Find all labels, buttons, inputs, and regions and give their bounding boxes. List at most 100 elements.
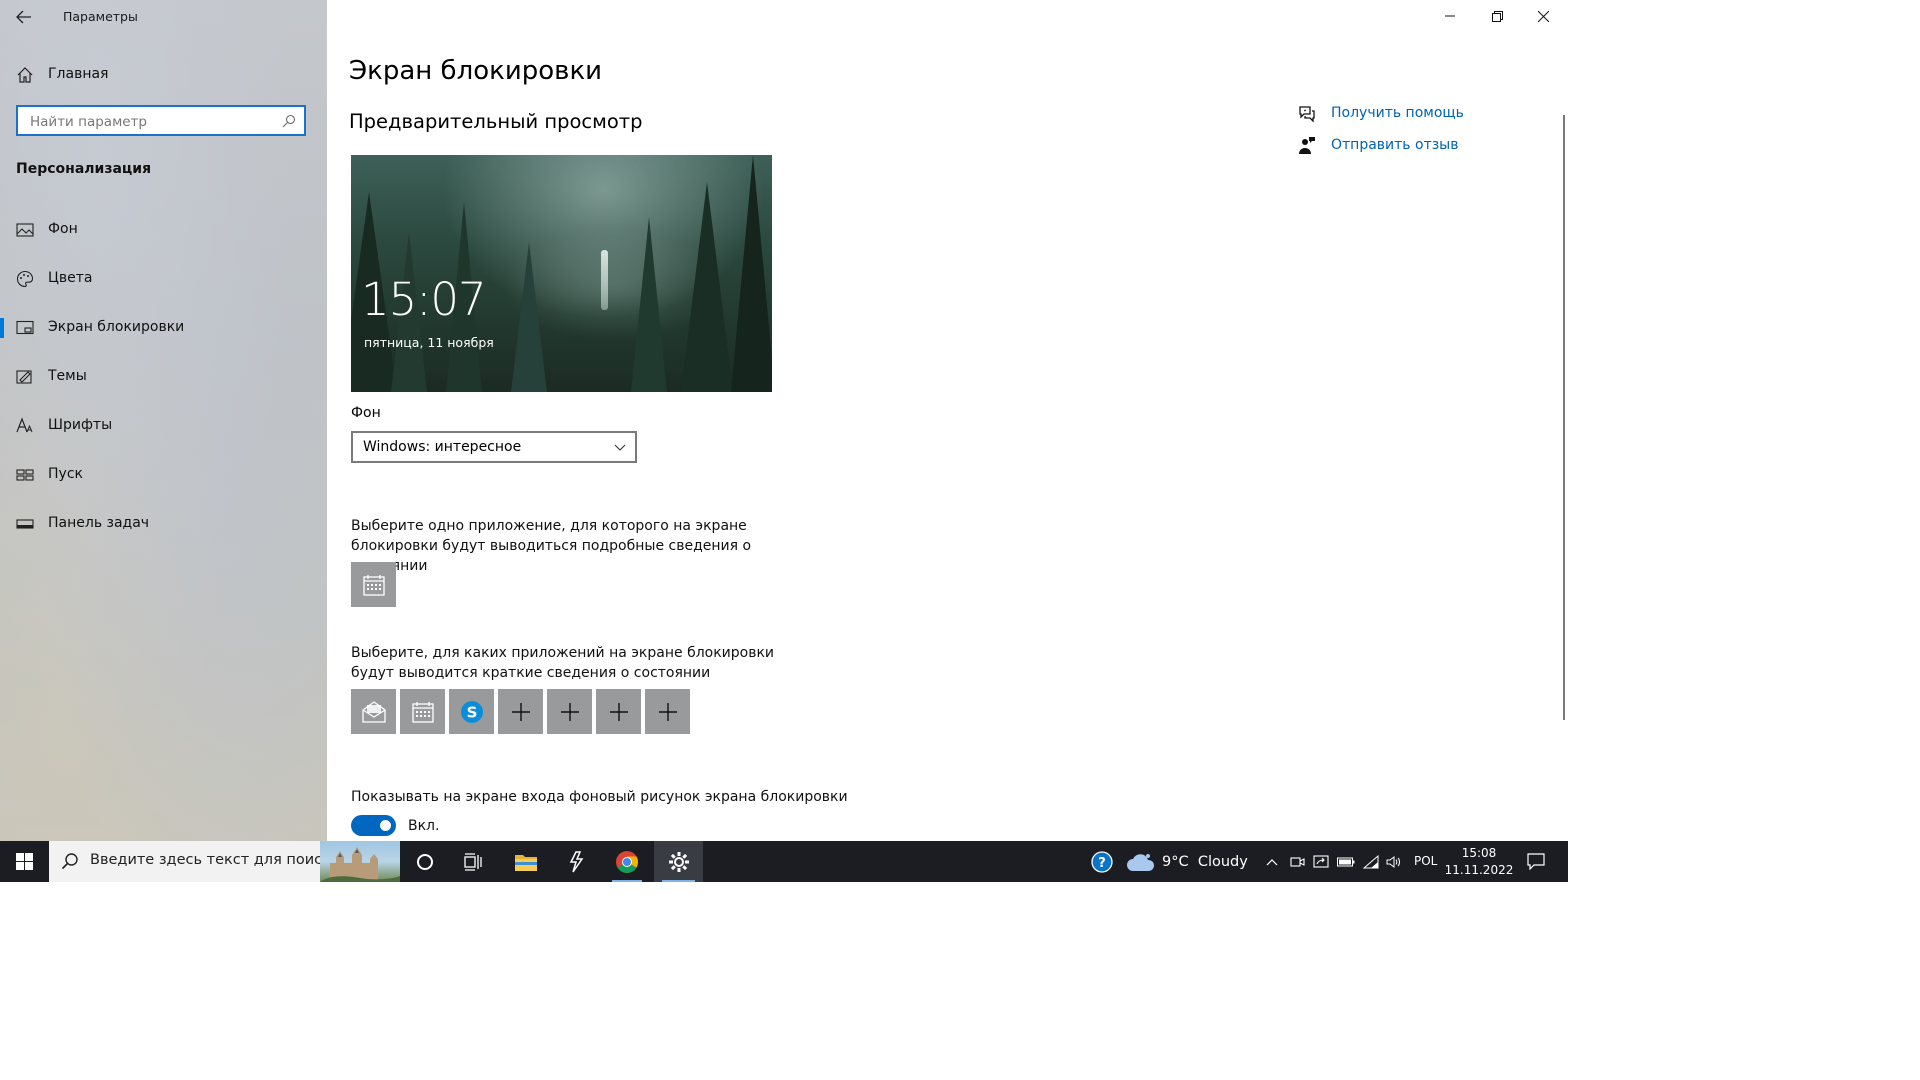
chrome-open-indicator [612,880,642,882]
share-screen-icon [1313,854,1329,868]
settings-search-input[interactable] [28,113,272,131]
sidebar-item-themes[interactable]: Темы [0,360,327,394]
meet-now-tray-button[interactable] [1287,841,1307,882]
search-icon[interactable] [282,114,296,128]
sidebar-item-label: Пуск [48,466,83,482]
file-explorer-button[interactable] [503,841,549,882]
clock-time: 15:08 [1461,845,1497,860]
quick-status-add-slot[interactable] [645,689,690,734]
wifi-icon [1363,854,1379,868]
action-center-button[interactable] [1518,841,1554,882]
svg-text:S: S [466,703,477,721]
signin-background-toggle[interactable] [351,815,396,836]
section-title: Персонализация [16,161,152,177]
sidebar-item-colors[interactable]: Цвета [0,262,327,296]
send-feedback-label: Отправить отзыв [1331,137,1459,153]
quick-status-app-mail[interactable] [351,689,396,734]
task-view-icon [464,852,482,871]
page-title: Экран блокировки [349,56,603,86]
close-button[interactable] [1520,0,1566,32]
quick-status-add-slot[interactable] [498,689,543,734]
taskbar-icon [16,519,34,529]
minimize-icon [1445,15,1455,17]
calendar-icon [362,574,385,596]
fonts-icon [16,417,33,433]
sidebar-item-taskbar[interactable]: Панель задач [0,507,327,541]
signin-background-label: Показывать на экране входа фоновый рисун… [351,789,848,805]
quick-status-description: Выберите, для каких приложений на экране… [351,645,775,681]
help-chat-icon [1299,106,1315,123]
gear-icon [668,851,689,872]
quick-status-add-slot[interactable] [547,689,592,734]
detailed-status-app-tile[interactable] [351,562,396,607]
task-view-button[interactable] [450,841,496,882]
battery-tray-button[interactable] [1335,841,1357,882]
sidebar-item-label: Цвета [48,270,93,286]
sidebar-item-fonts[interactable]: Шрифты [0,409,327,443]
app-lightning-button[interactable] [553,841,599,882]
settings-search[interactable] [16,105,306,136]
sidebar-item-lock-screen[interactable]: Экран блокировки [0,311,327,345]
windows-logo-icon [16,853,33,870]
preview-tree [681,182,733,392]
taskbar-search-placeholder: Введите здесь текст для поиска [90,852,340,868]
volume-tray-button[interactable] [1384,841,1404,882]
sidebar-item-label: Панель задач [48,515,150,531]
chrome-icon [616,850,638,873]
add-icon [511,702,530,721]
settings-taskbar-button[interactable] [654,841,703,882]
add-icon [658,702,677,721]
quick-status-app-skype[interactable]: S [449,689,494,734]
help-circle-icon: ? [1091,850,1113,873]
weather-widget[interactable]: 9°C Cloudy [1126,841,1256,882]
cortana-circle-icon [417,853,433,870]
close-icon [1537,10,1549,22]
chrome-button[interactable] [604,841,650,882]
sidebar-item-label: Темы [48,368,87,384]
search-highlight-image [320,841,400,882]
battery-icon [1337,857,1355,866]
search-icon [61,853,78,870]
taskbar-search[interactable]: Введите здесь текст для поиска [49,841,400,882]
background-dropdown-value: Windows: интересное [363,439,522,455]
start-button[interactable] [0,841,49,882]
add-icon [560,702,579,721]
chevron-up-icon [1266,858,1278,865]
background-dropdown[interactable]: Windows: интересное [351,431,637,463]
scrollbar[interactable] [1563,115,1565,720]
wifi-tray-button[interactable] [1361,841,1381,882]
weather-text: 9°C Cloudy [1162,853,1248,870]
quick-status-app-calendar[interactable] [400,689,445,734]
quick-status-add-slot[interactable] [596,689,641,734]
home-icon [17,67,33,83]
cortana-button[interactable] [402,841,448,882]
input-language[interactable]: POL [1414,854,1437,868]
start-icon [16,469,34,481]
preview-time: 15:07 [361,273,487,326]
sidebar-item-start[interactable]: Пуск [0,458,327,492]
settings-open-indicator [662,880,695,882]
minimize-button[interactable] [1427,0,1473,32]
clock[interactable]: 15:08 11.11.2022 [1444,841,1514,882]
preview-tree [731,155,772,392]
clock-date: 11.11.2022 [1444,862,1514,877]
camera-icon [1289,856,1305,867]
preview-tree [631,217,667,392]
signin-background-toggle-state: Вкл. [408,818,440,834]
sidebar-home[interactable]: Главная [0,60,327,90]
lightning-app-icon [569,850,584,872]
get-help-label: Получить помощь [1331,105,1464,121]
restore-button[interactable] [1474,0,1520,32]
network-share-tray-button[interactable] [1311,841,1331,882]
castle-icon [320,847,400,882]
picture-icon [16,223,34,237]
svg-text:?: ? [1098,856,1106,871]
palette-icon [17,270,34,288]
sidebar-item-background[interactable]: Фон [0,213,327,247]
sidebar-home-label: Главная [48,66,109,82]
show-hidden-icons-button[interactable] [1262,841,1282,882]
preview-tree [511,242,547,392]
sidebar-item-label: Фон [48,221,78,237]
back-button[interactable] [12,6,36,28]
help-tray-button[interactable]: ? [1088,841,1116,882]
